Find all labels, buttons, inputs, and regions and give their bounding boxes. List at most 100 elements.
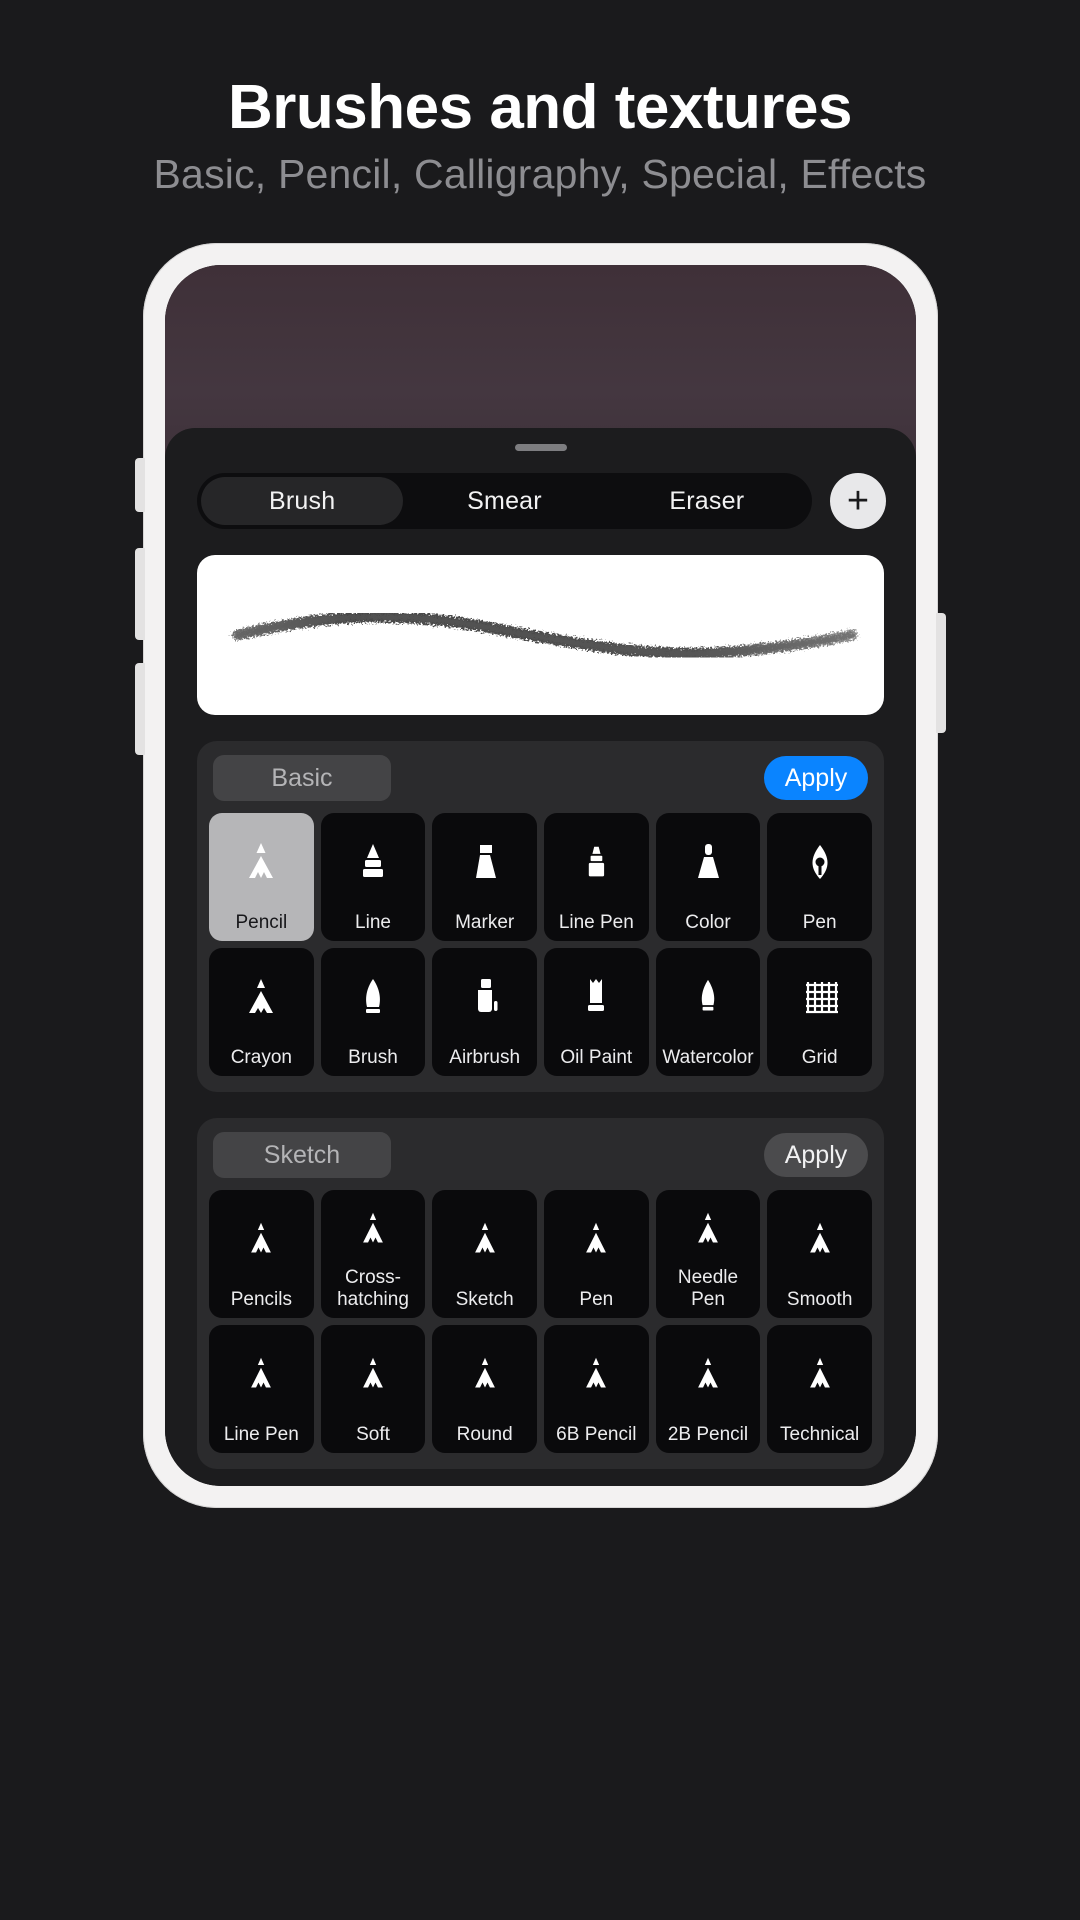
brush-tile-label: Needle Pen — [677, 1267, 739, 1310]
brush-tile-label: Color — [685, 911, 731, 933]
brush-tile-pencil[interactable]: Pencil — [209, 813, 314, 941]
pencil-tip-icon — [435, 1325, 534, 1424]
brush-tile-label: Pen — [579, 1288, 614, 1310]
brush-tile-2b-pencil[interactable]: 2B Pencil — [655, 1325, 761, 1453]
brush-tile-technical[interactable]: Technical — [767, 1325, 872, 1453]
page-title: Brushes and textures — [228, 73, 853, 142]
brush-tile-marker[interactable]: Marker — [432, 813, 537, 941]
brush-tile-label: Smooth — [786, 1288, 853, 1310]
brush-panel-sheet: Brush Smear Eraser + Basic Apply Pencil … — [165, 428, 916, 1486]
brush-tile-label: Round — [456, 1423, 513, 1445]
brush-tile-airbrush[interactable]: Airbrush — [432, 948, 537, 1076]
segmented-control: Brush Smear Eraser — [197, 473, 812, 529]
brush-tile-label: Technical — [780, 1423, 860, 1445]
brush-tile-label: Sketch — [455, 1288, 514, 1310]
pencil-tip-icon — [659, 1325, 758, 1424]
screenshot-root: Brushes and textures Basic, Pencil, Call… — [0, 0, 1080, 1920]
group-header: Basic Apply — [209, 755, 872, 813]
phone-mute-switch — [135, 458, 145, 512]
group-name-label[interactable]: Sketch — [213, 1132, 391, 1178]
nib-pen-icon — [770, 813, 869, 912]
brush-tile-watercolor[interactable]: Watercolor — [655, 948, 761, 1076]
brush-tile-pencils[interactable]: Pencils — [209, 1190, 314, 1318]
pencil-tip-icon — [547, 1190, 646, 1289]
page-subtitle: Basic, Pencil, Calligraphy, Special, Eff… — [153, 151, 927, 197]
brush-tile-pen-sketch[interactable]: Pen — [543, 1190, 649, 1318]
line-pen-tip-icon — [547, 813, 646, 912]
oil-paint-tip-icon — [547, 948, 646, 1047]
preview-stroke-icon — [232, 611, 858, 659]
brush-tile-label: Crayon — [230, 1046, 292, 1068]
apply-button-sketch[interactable]: Apply — [764, 1133, 868, 1177]
phone-power-button — [936, 613, 946, 733]
brush-tile-label: Marker — [455, 911, 515, 933]
brush-tile-label: Line Pen — [223, 1423, 299, 1445]
brush-tile-grid: Pencil Line Marker Line Pen Color Pen Cr… — [209, 813, 872, 1076]
brush-tile-label: Oil Paint — [560, 1046, 633, 1068]
tab-eraser[interactable]: Eraser — [606, 477, 808, 525]
brush-tile-round[interactable]: Round — [432, 1325, 537, 1453]
brush-tile-label: Grid — [801, 1046, 838, 1068]
pencil-tip-icon — [324, 1325, 423, 1424]
pencil-tip-icon — [547, 1325, 646, 1424]
apply-button-basic[interactable]: Apply — [764, 756, 868, 800]
phone-volume-up-button — [135, 548, 145, 640]
watercolor-tip-icon — [659, 948, 758, 1047]
brush-tile-line-pen[interactable]: Line Pen — [543, 813, 649, 941]
brush-tile-grid: Pencils Cross-hatching Sketch Pen Needle… — [209, 1190, 872, 1453]
brush-tile-brush[interactable]: Brush — [320, 948, 426, 1076]
pencil-tip-icon — [770, 1190, 869, 1289]
brush-tile-label: Line Pen — [558, 911, 634, 933]
brush-tile-soft[interactable]: Soft — [320, 1325, 426, 1453]
line-tip-icon — [324, 813, 423, 912]
pencil-tip-icon — [212, 813, 311, 912]
pencil-tip-icon — [324, 1190, 423, 1267]
brush-tile-pen[interactable]: Pen — [767, 813, 872, 941]
brush-tile-6b-pencil[interactable]: 6B Pencil — [543, 1325, 649, 1453]
brush-group-sketch: Sketch Apply Pencils Cross-hatching Sket… — [197, 1118, 884, 1469]
brush-tile-label: Pencil — [235, 911, 288, 933]
brush-tile-label: Soft — [356, 1423, 390, 1445]
brush-tile-label: Line — [355, 911, 391, 933]
brush-tile-cross-hatching[interactable]: Cross-hatching — [320, 1190, 426, 1318]
marker-tip-icon — [435, 813, 534, 912]
group-name-label[interactable]: Basic — [213, 755, 391, 801]
brush-tile-line[interactable]: Line — [320, 813, 426, 941]
grid-icon — [770, 948, 869, 1047]
brush-tile-label: Watercolor — [662, 1046, 754, 1068]
phone-mockup-frame: Brush Smear Eraser + Basic Apply Pencil … — [135, 243, 946, 1508]
pencil-tip-icon — [435, 1190, 534, 1289]
brush-tile-color[interactable]: Color — [655, 813, 761, 941]
brush-tip-icon — [324, 948, 423, 1047]
brush-group-basic: Basic Apply Pencil Line Marker Line Pen … — [197, 741, 884, 1092]
sheet-drag-handle[interactable] — [514, 444, 567, 451]
brush-tile-label: Brush — [348, 1046, 398, 1068]
pencil-tip-icon — [212, 1190, 311, 1289]
brush-tile-label: 6B Pencil — [556, 1423, 637, 1445]
crayon-tip-icon — [212, 948, 311, 1047]
brush-mode-tabs: Brush Smear Eraser + — [165, 451, 916, 529]
group-header: Sketch Apply — [209, 1132, 872, 1190]
brush-tile-label: Pen — [802, 911, 837, 933]
brush-tile-oil-paint[interactable]: Oil Paint — [543, 948, 649, 1076]
pencil-tip-icon — [212, 1325, 311, 1424]
brush-tile-smooth[interactable]: Smooth — [767, 1190, 872, 1318]
phone-screen: Brush Smear Eraser + Basic Apply Pencil … — [165, 265, 916, 1486]
tab-smear[interactable]: Smear — [403, 477, 605, 525]
brush-tile-grid[interactable]: Grid — [767, 948, 872, 1076]
brush-tile-sketch[interactable]: Sketch — [432, 1190, 537, 1318]
color-tip-icon — [659, 813, 758, 912]
brush-tile-label: 2B Pencil — [667, 1423, 749, 1445]
brush-tile-crayon[interactable]: Crayon — [209, 948, 314, 1076]
airbrush-can-icon — [435, 948, 534, 1047]
brush-tile-label: Airbrush — [449, 1046, 521, 1068]
pencil-tip-icon — [770, 1325, 869, 1424]
tab-brush[interactable]: Brush — [201, 477, 404, 525]
brush-tile-needle-pen[interactable]: Needle Pen — [655, 1190, 761, 1318]
brush-tile-label: Pencils — [230, 1288, 292, 1310]
add-brush-button[interactable]: + — [830, 473, 886, 529]
brush-tile-line-pen-sketch[interactable]: Line Pen — [209, 1325, 314, 1453]
brush-tile-label: Cross-hatching — [337, 1267, 409, 1310]
pencil-tip-icon — [659, 1190, 758, 1267]
phone-volume-down-button — [135, 663, 145, 755]
